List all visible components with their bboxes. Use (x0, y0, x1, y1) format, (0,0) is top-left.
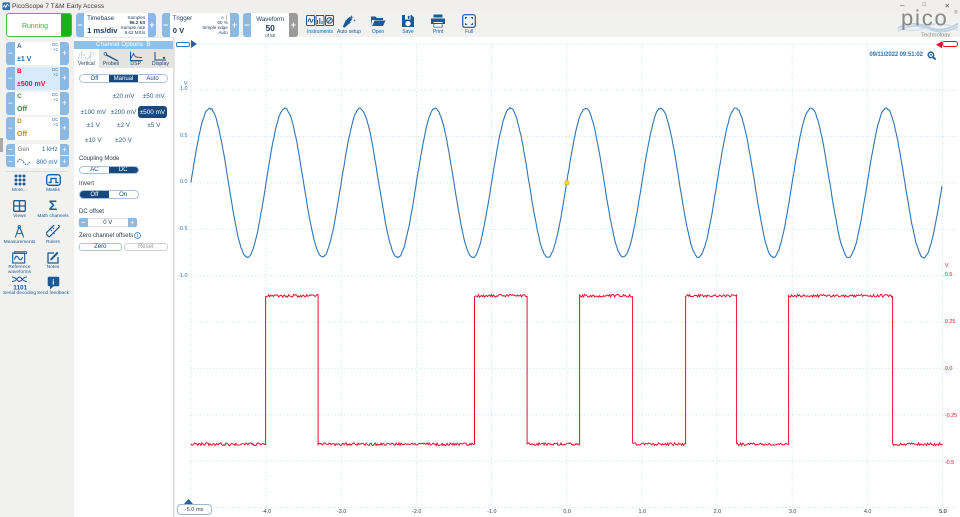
svg-text:pico: pico (901, 6, 949, 31)
svg-text:i: i (52, 277, 54, 286)
svg-text:®: ® (954, 9, 958, 16)
svg-text:1101: 1101 (13, 285, 27, 291)
